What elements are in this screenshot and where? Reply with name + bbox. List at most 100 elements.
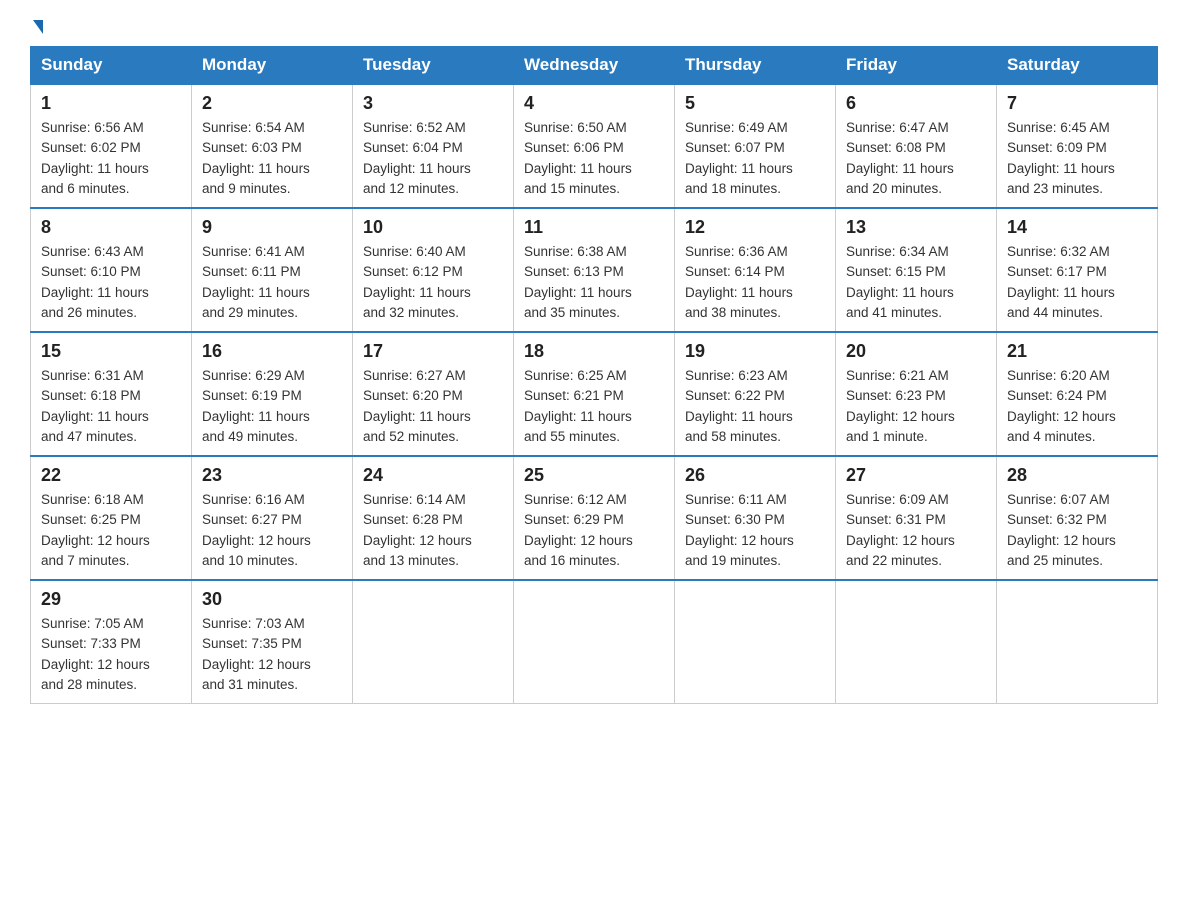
day-number: 13 bbox=[846, 217, 986, 238]
day-info: Sunrise: 6:14 AMSunset: 6:28 PMDaylight:… bbox=[363, 490, 503, 571]
day-number: 21 bbox=[1007, 341, 1147, 362]
week-row-4: 22 Sunrise: 6:18 AMSunset: 6:25 PMDayligh… bbox=[31, 456, 1158, 580]
calendar-cell: 16 Sunrise: 6:29 AMSunset: 6:19 PMDayligh… bbox=[192, 332, 353, 456]
day-number: 9 bbox=[202, 217, 342, 238]
day-info: Sunrise: 6:09 AMSunset: 6:31 PMDaylight:… bbox=[846, 490, 986, 571]
day-number: 14 bbox=[1007, 217, 1147, 238]
calendar-cell bbox=[836, 580, 997, 704]
calendar-cell: 14 Sunrise: 6:32 AMSunset: 6:17 PMDayligh… bbox=[997, 208, 1158, 332]
day-info: Sunrise: 6:21 AMSunset: 6:23 PMDaylight:… bbox=[846, 366, 986, 447]
day-number: 4 bbox=[524, 93, 664, 114]
day-number: 15 bbox=[41, 341, 181, 362]
week-row-2: 8 Sunrise: 6:43 AMSunset: 6:10 PMDaylight… bbox=[31, 208, 1158, 332]
week-row-1: 1 Sunrise: 6:56 AMSunset: 6:02 PMDaylight… bbox=[31, 84, 1158, 208]
day-number: 23 bbox=[202, 465, 342, 486]
header-saturday: Saturday bbox=[997, 47, 1158, 85]
day-info: Sunrise: 7:03 AMSunset: 7:35 PMDaylight:… bbox=[202, 614, 342, 695]
day-number: 25 bbox=[524, 465, 664, 486]
calendar-cell: 2Sunrise: 6:54 AMSunset: 6:03 PMDaylight… bbox=[192, 84, 353, 208]
day-info: Sunrise: 6:32 AMSunset: 6:17 PMDaylight:… bbox=[1007, 242, 1147, 323]
day-number: 29 bbox=[41, 589, 181, 610]
day-number: 27 bbox=[846, 465, 986, 486]
calendar-cell: 22 Sunrise: 6:18 AMSunset: 6:25 PMDayligh… bbox=[31, 456, 192, 580]
logo bbox=[30, 20, 43, 36]
day-info: Sunrise: 6:40 AMSunset: 6:12 PMDaylight:… bbox=[363, 242, 503, 323]
header-thursday: Thursday bbox=[675, 47, 836, 85]
day-info: Sunrise: 6:45 AMSunset: 6:09 PMDaylight:… bbox=[1007, 118, 1147, 199]
calendar-cell: 20 Sunrise: 6:21 AMSunset: 6:23 PMDayligh… bbox=[836, 332, 997, 456]
day-number: 18 bbox=[524, 341, 664, 362]
day-number: 17 bbox=[363, 341, 503, 362]
day-number: 11 bbox=[524, 217, 664, 238]
logo-triangle-icon bbox=[33, 20, 43, 34]
calendar-cell: 25 Sunrise: 6:12 AMSunset: 6:29 PMDayligh… bbox=[514, 456, 675, 580]
day-number: 6 bbox=[846, 93, 986, 114]
day-number: 26 bbox=[685, 465, 825, 486]
day-number: 24 bbox=[363, 465, 503, 486]
day-number: 16 bbox=[202, 341, 342, 362]
calendar-cell: 18 Sunrise: 6:25 AMSunset: 6:21 PMDayligh… bbox=[514, 332, 675, 456]
week-row-5: 29 Sunrise: 7:05 AMSunset: 7:33 PMDayligh… bbox=[31, 580, 1158, 704]
day-number: 1 bbox=[41, 93, 181, 114]
day-info: Sunrise: 6:16 AMSunset: 6:27 PMDaylight:… bbox=[202, 490, 342, 571]
calendar-cell: 12 Sunrise: 6:36 AMSunset: 6:14 PMDayligh… bbox=[675, 208, 836, 332]
day-info: Sunrise: 6:31 AMSunset: 6:18 PMDaylight:… bbox=[41, 366, 181, 447]
day-info: Sunrise: 6:11 AMSunset: 6:30 PMDaylight:… bbox=[685, 490, 825, 571]
calendar-cell: 4 Sunrise: 6:50 AMSunset: 6:06 PMDaylight… bbox=[514, 84, 675, 208]
day-info: Sunrise: 7:05 AMSunset: 7:33 PMDaylight:… bbox=[41, 614, 181, 695]
calendar-cell: 13 Sunrise: 6:34 AMSunset: 6:15 PMDayligh… bbox=[836, 208, 997, 332]
header-friday: Friday bbox=[836, 47, 997, 85]
day-number: 12 bbox=[685, 217, 825, 238]
day-number: 20 bbox=[846, 341, 986, 362]
calendar-cell: 26 Sunrise: 6:11 AMSunset: 6:30 PMDayligh… bbox=[675, 456, 836, 580]
calendar-table: SundayMondayTuesdayWednesdayThursdayFrid… bbox=[30, 46, 1158, 704]
calendar-cell: 21 Sunrise: 6:20 AMSunset: 6:24 PMDayligh… bbox=[997, 332, 1158, 456]
calendar-cell: 15 Sunrise: 6:31 AMSunset: 6:18 PMDayligh… bbox=[31, 332, 192, 456]
calendar-cell: 1 Sunrise: 6:56 AMSunset: 6:02 PMDaylight… bbox=[31, 84, 192, 208]
header-sunday: Sunday bbox=[31, 47, 192, 85]
day-info: Sunrise: 6:18 AMSunset: 6:25 PMDaylight:… bbox=[41, 490, 181, 571]
calendar-cell bbox=[675, 580, 836, 704]
day-number: 3 bbox=[363, 93, 503, 114]
calendar-cell: 10 Sunrise: 6:40 AMSunset: 6:12 PMDayligh… bbox=[353, 208, 514, 332]
day-number: 8 bbox=[41, 217, 181, 238]
day-number: 5 bbox=[685, 93, 825, 114]
day-number: 22 bbox=[41, 465, 181, 486]
day-number: 7 bbox=[1007, 93, 1147, 114]
day-info: Sunrise: 6:12 AMSunset: 6:29 PMDaylight:… bbox=[524, 490, 664, 571]
calendar-cell: 24 Sunrise: 6:14 AMSunset: 6:28 PMDayligh… bbox=[353, 456, 514, 580]
day-number: 30 bbox=[202, 589, 342, 610]
header-wednesday: Wednesday bbox=[514, 47, 675, 85]
day-info: Sunrise: 6:25 AMSunset: 6:21 PMDaylight:… bbox=[524, 366, 664, 447]
calendar-cell: 28 Sunrise: 6:07 AMSunset: 6:32 PMDayligh… bbox=[997, 456, 1158, 580]
day-info: Sunrise: 6:54 AMSunset: 6:03 PMDaylight:… bbox=[202, 118, 342, 199]
calendar-cell: 23 Sunrise: 6:16 AMSunset: 6:27 PMDayligh… bbox=[192, 456, 353, 580]
day-info: Sunrise: 6:20 AMSunset: 6:24 PMDaylight:… bbox=[1007, 366, 1147, 447]
day-info: Sunrise: 6:50 AMSunset: 6:06 PMDaylight:… bbox=[524, 118, 664, 199]
day-number: 19 bbox=[685, 341, 825, 362]
calendar-cell: 6 Sunrise: 6:47 AMSunset: 6:08 PMDaylight… bbox=[836, 84, 997, 208]
calendar-cell: 17 Sunrise: 6:27 AMSunset: 6:20 PMDayligh… bbox=[353, 332, 514, 456]
day-info: Sunrise: 6:27 AMSunset: 6:20 PMDaylight:… bbox=[363, 366, 503, 447]
calendar-cell: 7 Sunrise: 6:45 AMSunset: 6:09 PMDaylight… bbox=[997, 84, 1158, 208]
day-info: Sunrise: 6:43 AMSunset: 6:10 PMDaylight:… bbox=[41, 242, 181, 323]
day-info: Sunrise: 6:47 AMSunset: 6:08 PMDaylight:… bbox=[846, 118, 986, 199]
calendar-cell: 3Sunrise: 6:52 AMSunset: 6:04 PMDaylight… bbox=[353, 84, 514, 208]
day-info: Sunrise: 6:23 AMSunset: 6:22 PMDaylight:… bbox=[685, 366, 825, 447]
calendar-cell bbox=[997, 580, 1158, 704]
day-number: 28 bbox=[1007, 465, 1147, 486]
day-info: Sunrise: 6:38 AMSunset: 6:13 PMDaylight:… bbox=[524, 242, 664, 323]
day-info: Sunrise: 6:34 AMSunset: 6:15 PMDaylight:… bbox=[846, 242, 986, 323]
calendar-cell: 5Sunrise: 6:49 AMSunset: 6:07 PMDaylight… bbox=[675, 84, 836, 208]
day-info: Sunrise: 6:56 AMSunset: 6:02 PMDaylight:… bbox=[41, 118, 181, 199]
day-info: Sunrise: 6:07 AMSunset: 6:32 PMDaylight:… bbox=[1007, 490, 1147, 571]
day-info: Sunrise: 6:36 AMSunset: 6:14 PMDaylight:… bbox=[685, 242, 825, 323]
calendar-cell: 27 Sunrise: 6:09 AMSunset: 6:31 PMDayligh… bbox=[836, 456, 997, 580]
header-monday: Monday bbox=[192, 47, 353, 85]
calendar-cell: 8 Sunrise: 6:43 AMSunset: 6:10 PMDaylight… bbox=[31, 208, 192, 332]
calendar-cell: 30 Sunrise: 7:03 AMSunset: 7:35 PMDayligh… bbox=[192, 580, 353, 704]
day-number: 10 bbox=[363, 217, 503, 238]
day-info: Sunrise: 6:29 AMSunset: 6:19 PMDaylight:… bbox=[202, 366, 342, 447]
calendar-cell: 19 Sunrise: 6:23 AMSunset: 6:22 PMDayligh… bbox=[675, 332, 836, 456]
calendar-cell: 9Sunrise: 6:41 AMSunset: 6:11 PMDaylight… bbox=[192, 208, 353, 332]
